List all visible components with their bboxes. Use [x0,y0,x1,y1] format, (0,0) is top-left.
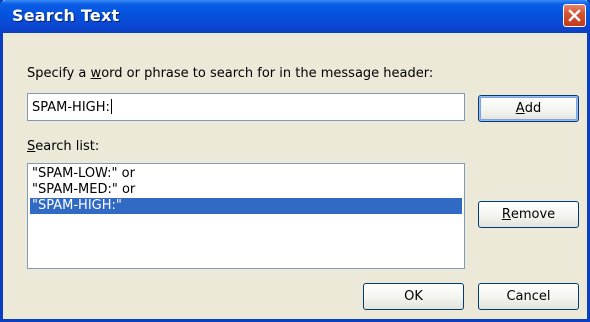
search-phrase-label-accelerator: w [90,66,102,81]
title-bar[interactable]: Search Text [0,0,590,33]
search-text-dialog: Search Text Specify a word or phrase to … [0,0,590,322]
list-item-spam-low[interactable]: "SPAM-LOW:" or [30,166,462,182]
search-list-label-text: earch list: [35,139,100,154]
list-item-spam-med[interactable]: "SPAM-MED:" or [30,182,462,198]
search-phrase-label: Specify a word or phrase to search for i… [27,66,433,81]
remove-button[interactable]: Remove [478,201,579,228]
search-phrase-input[interactable]: SPAM-HIGH: [27,93,465,121]
add-button-accelerator: A [515,101,525,116]
close-button[interactable] [563,4,586,27]
add-button-label: dd [524,101,542,116]
list-item-spam-high[interactable]: "SPAM-HIGH:" [30,198,462,214]
search-phrase-input-value: SPAM-HIGH: [32,100,110,115]
close-icon [568,9,581,22]
text-caret [110,99,112,114]
cancel-button-label: Cancel [506,289,551,304]
window-title: Search Text [12,6,120,25]
search-phrase-label-suffix: ord or phrase to search for in the messa… [101,66,434,81]
add-button[interactable]: Add [478,95,579,122]
search-phrase-label-prefix: Specify a [27,66,91,81]
ok-button-label: OK [404,289,423,304]
search-list-label: Search list: [27,139,99,154]
remove-button-label: emove [510,207,556,222]
remove-button-accelerator: R [501,207,511,222]
cancel-button[interactable]: Cancel [478,283,579,310]
search-list[interactable]: "SPAM-LOW:" or "SPAM-MED:" or "SPAM-HIGH… [27,163,465,269]
ok-button[interactable]: OK [363,283,464,310]
